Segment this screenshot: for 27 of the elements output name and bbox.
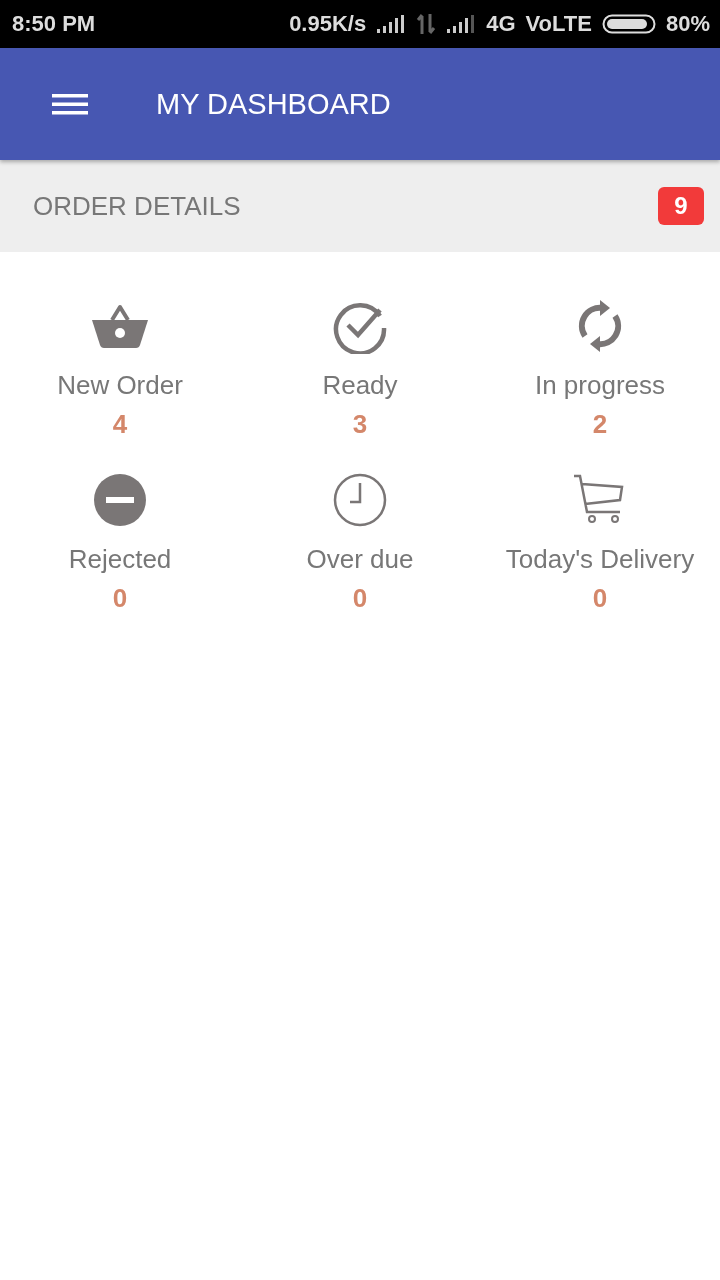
tile-count: 0 — [112, 583, 128, 614]
count-badge: 9 — [658, 187, 704, 225]
tile-label: New Order — [57, 370, 183, 401]
minus-circle-icon[interactable] — [92, 472, 148, 528]
battery-percent: 80% — [665, 11, 710, 37]
tile-label: Rejected — [68, 544, 172, 575]
battery-icon — [601, 14, 656, 34]
section-title: ORDER DETAILS — [33, 190, 241, 222]
network-type: 4G — [486, 11, 516, 37]
tile-count: 2 — [592, 409, 608, 440]
tile-label: In progress — [534, 370, 666, 401]
tile-count: 0 — [592, 583, 608, 614]
tile-count: 4 — [112, 409, 128, 440]
tile-label: Over due — [306, 544, 414, 575]
signal-icon — [376, 14, 407, 34]
menu-icon[interactable] — [52, 92, 88, 116]
data-arrows-icon — [416, 12, 437, 36]
status-time: 8:50 PM — [12, 11, 96, 37]
tile-count: 3 — [352, 409, 368, 440]
signal-icon — [446, 14, 477, 34]
app-title: MY DASHBOARD — [156, 87, 391, 121]
tile-label: Ready — [322, 370, 398, 401]
clock-icon[interactable] — [332, 472, 388, 528]
volte-label: VoLTE — [525, 11, 592, 37]
network-speed: 0.95K/s — [289, 11, 367, 37]
tile-count: 0 — [352, 583, 368, 614]
tile-label: Today's Delivery — [505, 544, 695, 575]
